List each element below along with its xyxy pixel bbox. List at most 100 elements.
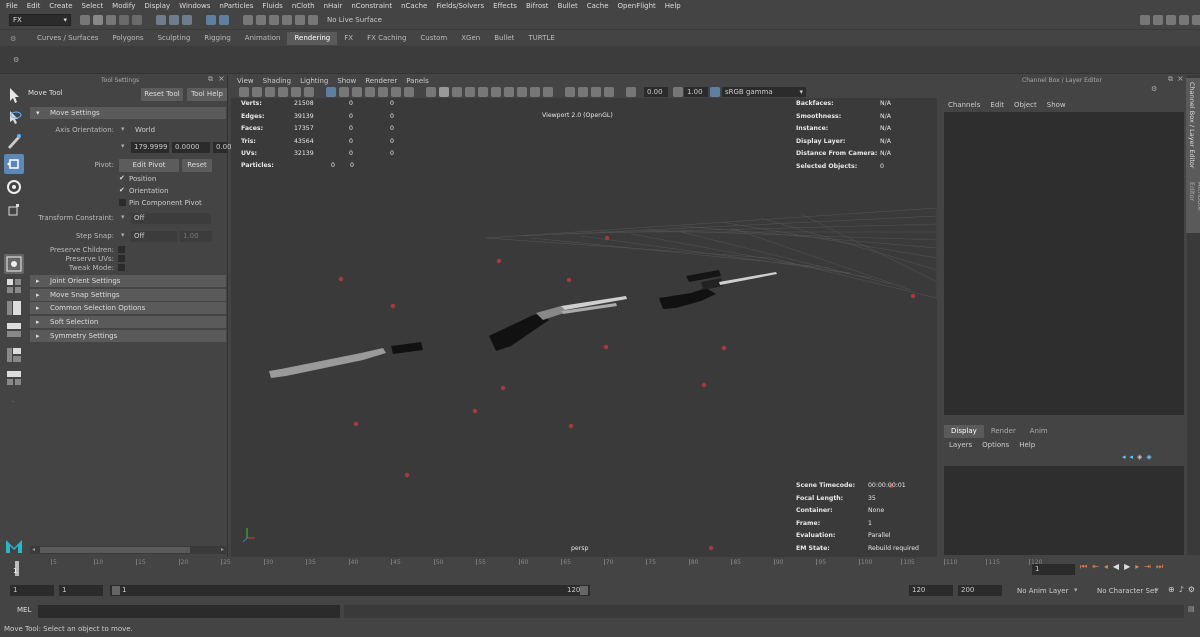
- menu-display[interactable]: Display: [144, 2, 170, 10]
- channel-box-menu-edit[interactable]: Edit: [990, 101, 1004, 109]
- wireframe-icon[interactable]: [426, 87, 436, 97]
- scroll-left-icon[interactable]: ◂: [32, 546, 35, 553]
- shelf-tab-xgen[interactable]: XGen: [454, 32, 487, 45]
- range-slider[interactable]: 1 120: [110, 585, 590, 596]
- pin-component-pivot-checkbox[interactable]: [119, 199, 126, 206]
- shelf-tab-curves-surfaces[interactable]: Curves / Surfaces: [30, 32, 105, 45]
- menu-cache[interactable]: Cache: [587, 2, 609, 10]
- menu-fields-solvers[interactable]: Fields/Solvers: [436, 2, 484, 10]
- reset-tool-button[interactable]: Reset Tool: [141, 88, 183, 101]
- select-object-icon[interactable]: [169, 15, 179, 25]
- paint-select-tool-icon[interactable]: [4, 131, 24, 151]
- section-symmetry-settings[interactable]: ▸ Symmetry Settings: [30, 330, 226, 342]
- side-tab-attribute-editor[interactable]: Attribute Editor: [1186, 178, 1200, 233]
- go-to-start-icon[interactable]: ⏮: [1080, 562, 1087, 572]
- axis-orientation-select[interactable]: World: [135, 126, 155, 134]
- close-panel-icon[interactable]: ×: [218, 74, 225, 83]
- menu-file[interactable]: File: [6, 2, 18, 10]
- position-checkbox[interactable]: ✔: [119, 174, 125, 182]
- channel-box-menu-show[interactable]: Show: [1047, 101, 1066, 109]
- redo-icon[interactable]: [132, 15, 142, 25]
- shelf-tab-sculpting[interactable]: Sculpting: [151, 32, 198, 45]
- two-d-pan-zoom-icon[interactable]: [291, 87, 301, 97]
- step-snap-select[interactable]: Off: [131, 231, 177, 242]
- section-soft-selection[interactable]: ▸ Soft Selection: [30, 316, 226, 328]
- tweak-mode-checkbox[interactable]: [118, 264, 125, 271]
- snap-curve-icon[interactable]: [256, 15, 266, 25]
- safe-title-icon[interactable]: [404, 87, 414, 97]
- play-backwards-icon[interactable]: ◀: [1113, 562, 1119, 572]
- camera-attributes-icon[interactable]: [252, 87, 262, 97]
- axis-orientation-dropdown-arrow-icon[interactable]: ▾: [121, 125, 125, 133]
- viewport-menu-panels[interactable]: Panels: [406, 77, 429, 85]
- layer-menu-options[interactable]: Options: [982, 441, 1009, 449]
- modeling-toolkit-icon[interactable]: [1140, 15, 1150, 25]
- snap-view-plane-icon[interactable]: [282, 15, 292, 25]
- layer-tab-display[interactable]: Display: [944, 425, 984, 438]
- range-start-handle[interactable]: [112, 586, 120, 595]
- lasso-tool-icon[interactable]: [4, 108, 24, 128]
- channel-box-menu-channels[interactable]: Channels: [948, 101, 980, 109]
- textured-icon[interactable]: [465, 87, 475, 97]
- snap-point-icon[interactable]: [269, 15, 279, 25]
- chevron-down-icon[interactable]: ▾: [1155, 586, 1159, 594]
- layer-tab-render[interactable]: Render: [984, 425, 1023, 438]
- image-plane-icon[interactable]: [278, 87, 288, 97]
- isolate-select-icon[interactable]: [565, 87, 575, 97]
- exposure-icon[interactable]: [626, 87, 636, 97]
- menu-bifrost[interactable]: Bifrost: [526, 2, 549, 10]
- attribute-editor-toggle-icon[interactable]: [1153, 15, 1163, 25]
- tool-help-button[interactable]: Tool Help: [187, 88, 227, 101]
- step-forward-frame-icon[interactable]: ▸: [1135, 562, 1139, 572]
- resolution-gate-icon[interactable]: [352, 87, 362, 97]
- playback-end-field[interactable]: 120: [909, 585, 953, 596]
- menu-ncloth[interactable]: nCloth: [292, 2, 315, 10]
- shelf-menu-icon[interactable]: ⚙: [13, 56, 19, 64]
- menu-openflight[interactable]: OpenFlight: [618, 2, 656, 10]
- smooth-shade-icon[interactable]: [439, 87, 449, 97]
- select-camera-icon[interactable]: [239, 87, 249, 97]
- bookmark-icon[interactable]: [265, 87, 275, 97]
- move-layer-down-icon[interactable]: ◂: [1130, 453, 1134, 461]
- float-panel-icon[interactable]: ⧉: [1168, 75, 1173, 84]
- menu-edit[interactable]: Edit: [27, 2, 41, 10]
- channel-box-toggle-icon[interactable]: [1179, 15, 1189, 25]
- anim-layer-select[interactable]: No Anim Layer: [1017, 587, 1068, 595]
- make-live-icon[interactable]: [308, 15, 318, 25]
- wireframe-on-shaded-icon[interactable]: [452, 87, 462, 97]
- rotate-tool-icon[interactable]: [4, 177, 24, 197]
- current-frame-field[interactable]: 1: [1032, 564, 1075, 575]
- shelf-tab-fx-caching[interactable]: FX Caching: [360, 32, 413, 45]
- move-tool-icon[interactable]: [4, 154, 24, 174]
- close-panel-icon[interactable]: ×: [1177, 74, 1184, 83]
- menu-set-select[interactable]: FX ▾: [9, 14, 71, 26]
- snap-live-icon[interactable]: [295, 15, 305, 25]
- new-scene-icon[interactable]: [80, 15, 90, 25]
- object-type-icon[interactable]: [206, 15, 216, 25]
- gamma-icon[interactable]: [673, 87, 683, 97]
- layout-icon[interactable]: [1192, 15, 1200, 25]
- go-to-end-icon[interactable]: ⏭: [1156, 562, 1163, 572]
- menu-modify[interactable]: Modify: [112, 2, 135, 10]
- select-hierarchy-icon[interactable]: [156, 15, 166, 25]
- new-empty-layer-icon[interactable]: ◈: [1137, 453, 1142, 461]
- four-view-layout-icon[interactable]: [4, 276, 24, 296]
- shelf-tab-animation[interactable]: Animation: [238, 32, 288, 45]
- layer-list[interactable]: [944, 466, 1184, 555]
- open-scene-icon[interactable]: [93, 15, 103, 25]
- anti-aliasing-icon[interactable]: [530, 87, 540, 97]
- single-perspective-layout-icon[interactable]: [4, 254, 24, 274]
- transform-constraint-arrow-icon[interactable]: ▾: [121, 213, 125, 221]
- viewport-menu-show[interactable]: Show: [337, 77, 356, 85]
- exposure-field[interactable]: 0.00: [644, 87, 668, 97]
- shelf-tab-bullet[interactable]: Bullet: [487, 32, 521, 45]
- viewport-menu-renderer[interactable]: Renderer: [365, 77, 397, 85]
- menu-fluids[interactable]: Fluids: [262, 2, 282, 10]
- menu-nparticles[interactable]: nParticles: [219, 2, 253, 10]
- film-gate-icon[interactable]: [339, 87, 349, 97]
- shelf-tab-turtle[interactable]: TURTLE: [521, 32, 561, 45]
- tool-settings-scrollbar[interactable]: ◂ ▸: [30, 546, 226, 554]
- shelf-tab-polygons[interactable]: Polygons: [105, 32, 150, 45]
- menu-bullet[interactable]: Bullet: [558, 2, 578, 10]
- reset-pivot-button[interactable]: Reset: [182, 159, 212, 172]
